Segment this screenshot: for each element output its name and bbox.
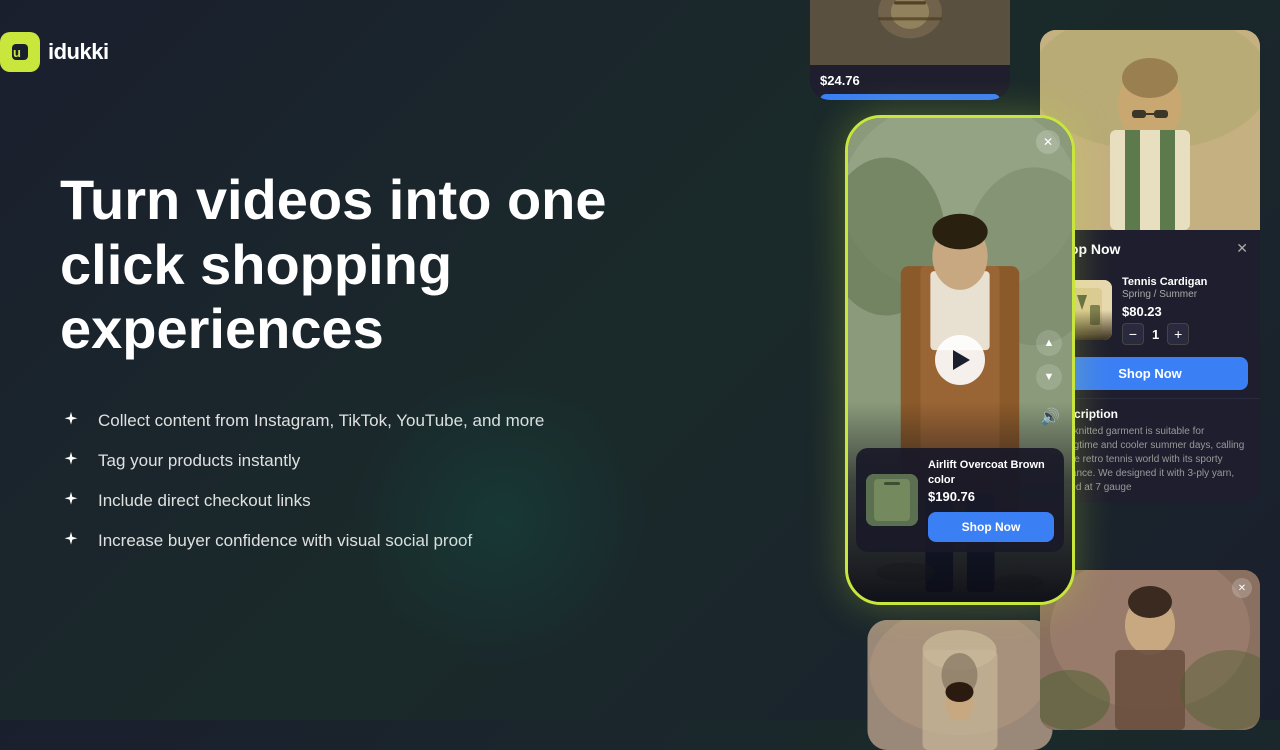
quantity-increase-button[interactable]: + [1167, 323, 1189, 345]
product-card-phone: Airlift Overcoat Brown color $190.76 Sho… [856, 448, 1064, 552]
product-price: $190.76 [928, 489, 1054, 504]
product-row-sub: Spring / Summer [1122, 289, 1248, 300]
phone-main-inner: ✕ ▲ ▼ 🔊 [848, 118, 1072, 602]
phone-main: ✕ ▲ ▼ 🔊 [845, 115, 1075, 605]
phone-close-button[interactable]: ✕ [1036, 130, 1060, 154]
feature-item-1: Collect content from Instagram, TikTok, … [60, 410, 700, 432]
play-button[interactable] [935, 335, 985, 385]
product-name: Airlift Overcoat Brown color [928, 458, 1054, 487]
nav-up-button[interactable]: ▲ [1036, 330, 1062, 356]
product-row-name: Tennis Cardigan [1122, 275, 1248, 289]
card-bottom-center-image [868, 620, 1053, 750]
description-title: Description [1052, 407, 1248, 421]
sparkle-icon-2 [60, 450, 82, 472]
card-top-left: $24.76 Shop Now [810, 0, 1010, 100]
card-bottom-right-image: ✕ [1040, 570, 1260, 730]
quantity-row: − 1 + [1122, 323, 1248, 345]
product-thumbnail [866, 474, 918, 526]
card-top-left-image [810, 0, 1010, 65]
sparkle-icon-4 [60, 530, 82, 552]
feature-item-4: Increase buyer confidence with visual so… [60, 530, 700, 552]
card-top-left-footer: $24.76 Shop Now [810, 65, 1010, 100]
logo-icon: u [0, 32, 40, 72]
product-row-price: $80.23 [1122, 304, 1248, 319]
description-text: This knitted garment is suitable for spr… [1052, 425, 1248, 495]
nav-down-button[interactable]: ▼ [1036, 364, 1062, 390]
svg-text:u: u [13, 45, 21, 60]
play-icon [953, 350, 970, 370]
product-info: Airlift Overcoat Brown color $190.76 Sho… [928, 458, 1054, 542]
quantity-decrease-button[interactable]: − [1122, 323, 1144, 345]
feature-item-2: Tag your products instantly [60, 450, 700, 472]
shop-now-button-panel[interactable]: Shop Now [1052, 357, 1248, 390]
right-section: $24.76 Shop Now [640, 0, 1280, 720]
hero-title: Turn videos into one click shopping expe… [60, 168, 700, 361]
shop-panel-close-button[interactable]: ✕ [1236, 240, 1248, 257]
features-list: Collect content from Instagram, TikTok, … [60, 410, 700, 552]
card-bottom-right-close-button[interactable]: ✕ [1232, 578, 1252, 598]
quantity-value: 1 [1152, 327, 1159, 342]
card-bottom-right: ✕ [1040, 570, 1260, 730]
phone-nav: ▲ ▼ [1036, 330, 1062, 390]
volume-icon[interactable]: 🔊 [1040, 407, 1060, 427]
left-section: Turn videos into one click shopping expe… [60, 0, 700, 720]
shop-now-button-top-left[interactable]: Shop Now [820, 94, 1000, 100]
product-row-info: Tennis Cardigan Spring / Summer $80.23 −… [1122, 275, 1248, 345]
shop-now-button-main[interactable]: Shop Now [928, 512, 1054, 542]
card-bottom-center [868, 620, 1053, 750]
sparkle-icon-1 [60, 410, 82, 432]
price-top-left: $24.76 [820, 73, 1000, 88]
sparkle-icon-3 [60, 490, 82, 512]
feature-item-3: Include direct checkout links [60, 490, 700, 512]
product-thumb-image [866, 474, 918, 526]
